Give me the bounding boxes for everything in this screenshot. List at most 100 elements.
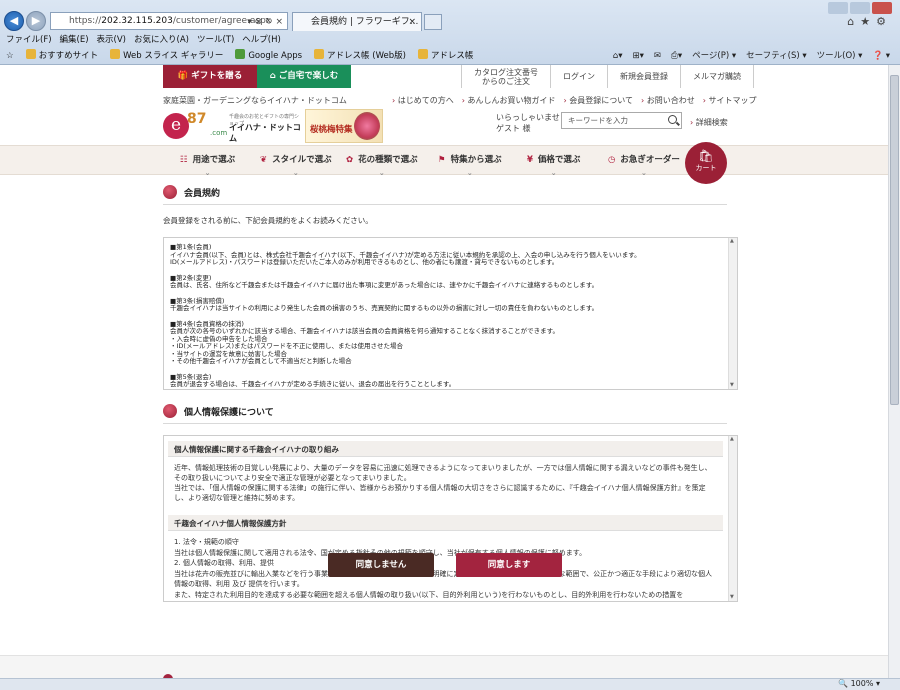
nav-label-3: 特集から選ぶ bbox=[450, 155, 502, 165]
cmd-page[interactable]: ページ(P) ▾ bbox=[692, 48, 736, 64]
login-link[interactable]: ログイン bbox=[550, 65, 607, 88]
fav-item-3[interactable]: アドレス帳 (Web版) bbox=[314, 48, 406, 64]
detail-search-link[interactable]: 詳細検索 bbox=[690, 117, 728, 128]
home-tab[interactable]: ⌂ ご自宅で楽しむ bbox=[257, 65, 351, 88]
chevron-down-icon: ⌄ bbox=[641, 169, 647, 177]
membership-link[interactable]: 会員登録について bbox=[564, 95, 633, 106]
feature-banner[interactable]: 桜桃梅特集 bbox=[305, 109, 383, 143]
nav-by-use[interactable]: ☷ 用途で選ぶ ⌄ bbox=[180, 153, 235, 177]
privacy-textarea[interactable]: 個人情報保護に関する千趣会イイハナの取り組み 近年、情報処理技術の目覚しい発展に… bbox=[163, 435, 738, 602]
fav-label-1: Web スライス ギャラリー bbox=[123, 51, 224, 61]
gift-label: ギフトを贈る bbox=[191, 71, 243, 81]
article-1: ■第1条(会員) イイハナ会員(以下、会員)とは、株式会社千趣会イイハナ(以下、… bbox=[170, 243, 641, 266]
cmd-tools[interactable]: ツール(O) ▾ bbox=[817, 48, 863, 64]
rss-icon[interactable]: ⊞▾ bbox=[633, 48, 644, 64]
terms-scrollbar[interactable]: ▲ ▼ bbox=[728, 238, 737, 389]
contact-link[interactable]: お問い合わせ bbox=[641, 95, 695, 106]
gift-tab[interactable]: 🎁 ギフトを贈る bbox=[163, 65, 257, 88]
command-bar: ⌂▾ ⊞▾ ✉ ⎙▾ ページ(P) ▾ セーフティ(S) ▾ ツール(O) ▾ … bbox=[613, 48, 890, 64]
agree-button[interactable]: 同意します bbox=[456, 553, 562, 577]
forward-button[interactable]: ▶ bbox=[26, 11, 46, 31]
privacy-scrollbar[interactable]: ▲ ▼ bbox=[728, 436, 737, 601]
tab-close-icon[interactable]: × bbox=[408, 13, 416, 31]
category-nav: ☷ 用途で選ぶ ⌄ ❦ スタイルで選ぶ ⌄ ✿ 花の種類で選ぶ ⌄ ⚑ 特集から選ぶ ⌄ ¥ 価格… bbox=[0, 145, 888, 177]
menu-tools[interactable]: ツール(T) bbox=[197, 33, 234, 47]
menu-help[interactable]: ヘルプ(H) bbox=[242, 33, 281, 47]
mail-icon[interactable]: ✉ bbox=[654, 48, 661, 64]
house-icon: ⌂ bbox=[269, 71, 279, 81]
privacy-subheading-1: 個人情報保護に関する千趣会イイハナの取り組み bbox=[168, 441, 723, 457]
logo-number: 87 bbox=[187, 111, 207, 127]
favorites-star-icon[interactable]: ☆ bbox=[6, 48, 14, 64]
beginner-link[interactable]: はじめての方へ bbox=[392, 95, 454, 106]
scroll-up-icon[interactable]: ▲ bbox=[730, 437, 736, 442]
privacy-subheading-2: 千趣会イイハナ個人情報保護方針 bbox=[168, 515, 723, 531]
zoom-level: 100% bbox=[850, 679, 874, 688]
catalog-order-link[interactable]: カタログ注文番号 からのご注文 bbox=[461, 65, 550, 88]
menu-view[interactable]: 表示(V) bbox=[97, 33, 126, 47]
fav-item-4[interactable]: アドレス帳 bbox=[417, 48, 473, 64]
scroll-down-icon[interactable]: ▼ bbox=[730, 383, 736, 388]
cmd-safety[interactable]: セーフティ(S) ▾ bbox=[746, 48, 806, 64]
fav-item-2[interactable]: Google Apps bbox=[235, 48, 302, 64]
address-bar[interactable]: https://202.32.115.203/customer/agree.as… bbox=[50, 12, 288, 30]
address-tools-icons[interactable]: ▾ ⊗ ↻ × bbox=[247, 14, 283, 30]
logo-e: e bbox=[163, 113, 189, 139]
disagree-button[interactable]: 同意しません bbox=[328, 553, 434, 577]
browser-right-icons[interactable]: ⌂★⚙ bbox=[847, 15, 892, 28]
flower-icon: ✿ bbox=[346, 155, 354, 165]
privacy-title: 個人情報保護について bbox=[184, 408, 274, 418]
home-cmd-icon[interactable]: ⌂▾ bbox=[613, 48, 623, 64]
fav-item-1[interactable]: Web スライス ギャラリー bbox=[110, 48, 223, 64]
menu-file[interactable]: ファイル(F) bbox=[6, 33, 52, 47]
maximize-button[interactable] bbox=[850, 2, 870, 14]
scroll-up-icon[interactable]: ▲ bbox=[730, 239, 736, 244]
chevron-down-icon: ⌄ bbox=[378, 169, 385, 177]
guide-link[interactable]: あんしんお買い物ガイド bbox=[462, 95, 556, 106]
search-input[interactable]: キーワードを入力 bbox=[561, 112, 682, 129]
top-links: カタログ注文番号 からのご注文 ログイン 新規会員登録 メルマガ購読 bbox=[461, 65, 754, 88]
home-label: ご自宅で楽しむ bbox=[278, 71, 339, 81]
minimize-button[interactable] bbox=[828, 2, 848, 14]
privacy-policy-list: 1. 法令・規範の順守 当社は個人情報保護に関して適用される法令、国が定める指針… bbox=[174, 538, 713, 599]
nav-label-5: お急ぎオーダー bbox=[620, 155, 680, 165]
page-scrollbar[interactable] bbox=[888, 65, 900, 678]
bouquet-icon: ❦ bbox=[260, 155, 268, 165]
browser-tab[interactable]: 会員規約 | フラワーギフ... × bbox=[292, 12, 422, 31]
zoom-control[interactable]: 🔍 100% ▾ bbox=[838, 679, 880, 688]
cart-button[interactable]: 🛍 カート bbox=[685, 142, 727, 184]
cmd-help-icon[interactable]: ❓ ▾ bbox=[872, 48, 890, 64]
site-logo[interactable]: e 87 .com 千趣会のお花とギフトの専門ショップ イイハナ・ドットコム bbox=[163, 109, 303, 143]
scroll-down-icon[interactable]: ▼ bbox=[730, 595, 736, 600]
newsletter-link[interactable]: メルマガ購読 bbox=[680, 65, 754, 88]
terms-heading: 会員規約 bbox=[163, 185, 220, 203]
register-link[interactable]: 新規会員登録 bbox=[607, 65, 680, 88]
scroll-thumb[interactable] bbox=[890, 75, 899, 405]
nav-label-4: 価格で選ぶ bbox=[537, 155, 581, 165]
web-page: 🎁 ギフトを贈る ⌂ ご自宅で楽しむ カタログ注文番号 からのご注文 ログイン … bbox=[0, 65, 888, 678]
terms-textarea[interactable]: ■第1条(会員) イイハナ会員(以下、会員)とは、株式会社千趣会イイハナ(以下、… bbox=[163, 237, 738, 390]
back-button[interactable]: ◀ bbox=[4, 11, 24, 31]
nav-by-price[interactable]: ¥ 価格で選ぶ ⌄ bbox=[527, 153, 581, 177]
print-icon[interactable]: ⎙▾ bbox=[671, 48, 682, 64]
article-5: ■第5条(退会) 会員が退会する場合は、千趣会イイハナが定める手続きに従い、退会… bbox=[170, 372, 456, 388]
search-icon[interactable] bbox=[668, 115, 677, 124]
sitemap-link[interactable]: サイトマップ bbox=[703, 95, 757, 106]
menu-edit[interactable]: 編集(E) bbox=[60, 33, 89, 47]
menu-favorites[interactable]: お気に入り(A) bbox=[134, 33, 189, 47]
utility-links: はじめての方へ あんしんお買い物ガイド 会員登録について お問い合わせ サイトマ… bbox=[392, 95, 757, 106]
nav-by-style[interactable]: ❦ スタイルで選ぶ ⌄ bbox=[260, 153, 332, 177]
fav-item-0[interactable]: おすすめサイト bbox=[25, 48, 98, 64]
new-tab-button[interactable] bbox=[424, 14, 442, 30]
article-4: ■第4条(会員資格の抹消) 会員が次の各号のいずれかに該当する場合、千趣会イイハ… bbox=[170, 319, 560, 365]
nav-express[interactable]: ◷ お急ぎオーダー ⌄ bbox=[608, 153, 680, 177]
logo-com: .com bbox=[210, 129, 228, 137]
status-bar: 🔍 100% ▾ bbox=[0, 678, 900, 690]
footer-strip bbox=[0, 655, 888, 678]
article-2: ■第2条(変更) 会員は、氏名、住所など千趣会または千趣会イイハナに届け出た事項… bbox=[170, 273, 599, 289]
article-3: ■第3条(損害賠償) 千趣会イイハナは当サイトの利用により発生した会員の損害のう… bbox=[170, 296, 599, 312]
close-window-button[interactable] bbox=[872, 2, 892, 14]
nav-by-flower[interactable]: ✿ 花の種類で選ぶ ⌄ bbox=[346, 153, 418, 177]
nav-by-feature[interactable]: ⚑ 特集から選ぶ ⌄ bbox=[438, 153, 502, 177]
tab-title: 会員規約 | フラワーギフ... bbox=[311, 17, 419, 27]
